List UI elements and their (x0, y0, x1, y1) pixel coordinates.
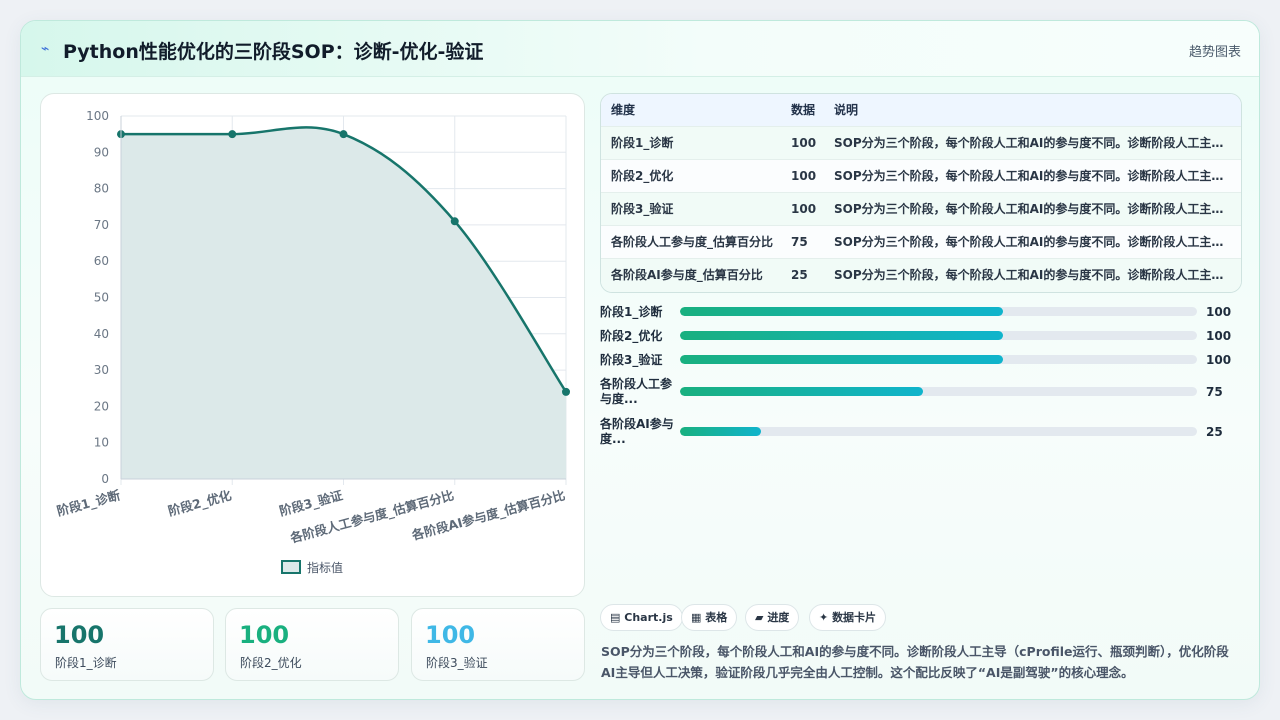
y-tick-label: 90 (94, 145, 109, 159)
progress-label: 各阶段人工参与度... (600, 377, 673, 406)
progress-track (680, 355, 1197, 364)
table-header-cell: 说明 (834, 103, 859, 117)
stat-value: 100 (425, 621, 476, 649)
table-cell: 100 (791, 169, 817, 183)
x-tick-label: 阶段1_诊断 (55, 487, 122, 519)
stat-label: 阶段2_优化 (240, 656, 302, 670)
data-point (562, 387, 570, 396)
stat-card-3: 100 阶段3_验证 (411, 608, 585, 681)
table-cell: 阶段2_优化 (611, 169, 674, 183)
data-table: 维度 数据 说明 阶段1_诊断 100 SOP分为三个阶段，每个阶段人工和AI的… (600, 93, 1242, 293)
table-cell: SOP分为三个阶段，每个阶段人工和AI的参与度不同。诊断阶段人工主导（cProf… (834, 136, 1232, 150)
table-header-row: 维度 数据 说明 (601, 94, 1241, 127)
line-chart: 0 10 20 30 40 50 60 70 80 90 100 阶段1_诊断 阶段2_优化 阶段3_验证… (55, 109, 570, 575)
progress-track (680, 307, 1197, 316)
y-tick-label: 20 (94, 399, 109, 413)
y-tick-label: 30 (94, 363, 109, 377)
table-cell: 阶段1_诊断 (611, 136, 674, 150)
tag-label: 进度 (767, 611, 790, 624)
progress-icon: ▰ (755, 611, 764, 624)
progress-label: 阶段3_验证 (600, 353, 663, 367)
sparkle-icon: ✦ (819, 611, 829, 624)
tag-chartjs[interactable]: ▤ Chart.js (600, 604, 683, 631)
table-icon: ▦ (691, 611, 702, 624)
table-cell: 75 (791, 235, 808, 249)
legend-swatch (281, 560, 301, 574)
stat-label: 阶段3_验证 (426, 656, 488, 670)
line-chart-panel: 0 10 20 30 40 50 60 70 80 90 100 阶段1_诊断 阶段2_优化 阶段3_验证… (40, 93, 585, 597)
dashboard-card: ⌁ Python性能优化的三阶段SOP：诊断-优化-验证 趋势图表 0 10 20 3… (20, 20, 1260, 700)
progress-value: 100 (1206, 353, 1232, 367)
stat-card-1: 100 阶段1_诊断 (40, 608, 214, 681)
y-tick-label: 80 (94, 182, 109, 196)
summary-text: SOP分为三个阶段，每个阶段人工和AI的参与度不同。诊断阶段人工主导（cProf… (601, 644, 1229, 680)
tag-table[interactable]: ▦ 表格 (681, 604, 738, 631)
chart-line-icon: ⌁ (41, 41, 50, 57)
page-title: Python性能优化的三阶段SOP：诊断-优化-验证 (63, 41, 484, 63)
stat-value: 100 (54, 621, 105, 649)
table-cell: 阶段3_验证 (611, 202, 674, 216)
table-cell: SOP分为三个阶段，每个阶段人工和AI的参与度不同。诊断阶段人工主导（cProf… (834, 235, 1232, 249)
stat-card-2: 100 阶段2_优化 (225, 608, 399, 681)
progress-track (680, 427, 1197, 436)
series-area (121, 127, 566, 480)
tag-progress[interactable]: ▰ 进度 (745, 604, 800, 631)
progress-fill (680, 307, 1004, 316)
table-cell: 100 (791, 202, 817, 216)
progress-label: 阶段2_优化 (600, 329, 663, 343)
tag-label: Chart.js (624, 611, 673, 624)
header-bar: ⌁ Python性能优化的三阶段SOP：诊断-优化-验证 趋势图表 (21, 21, 1259, 77)
x-tick-label: 阶段3_验证 (278, 487, 345, 519)
table-row: 阶段1_诊断 100 SOP分为三个阶段，每个阶段人工和AI的参与度不同。诊断阶… (601, 127, 1241, 160)
table-cell: SOP分为三个阶段，每个阶段人工和AI的参与度不同。诊断阶段人工主导（cProf… (834, 169, 1232, 183)
table-cell: 各阶段AI参与度_估算百分比 (611, 268, 763, 282)
y-tick-label: 50 (94, 291, 109, 305)
tag-data-card[interactable]: ✦ 数据卡片 (809, 604, 887, 631)
y-tick-label: 100 (86, 109, 109, 123)
table-cell: 25 (791, 268, 808, 282)
progress-value: 100 (1206, 305, 1232, 319)
stat-value: 100 (239, 621, 290, 649)
progress-track (680, 387, 1197, 396)
progress-value: 25 (1206, 425, 1223, 439)
data-point (228, 130, 237, 139)
y-tick-label: 10 (94, 436, 109, 450)
chart-icon: ▤ (610, 611, 621, 624)
data-point (339, 130, 348, 139)
y-tick-label: 0 (101, 472, 109, 486)
table-row: 各阶段人工参与度_估算百分比 75 SOP分为三个阶段，每个阶段人工和AI的参与… (601, 226, 1241, 259)
stat-label: 阶段1_诊断 (55, 656, 117, 670)
y-tick-label: 40 (94, 327, 109, 341)
table-header-cell: 维度 (611, 103, 636, 117)
data-point (450, 217, 459, 226)
progress-label: 各阶段AI参与度... (600, 417, 674, 446)
progress-fill (680, 427, 762, 436)
trend-chart-link[interactable]: 趋势图表 (1189, 41, 1241, 60)
table-row: 阶段2_优化 100 SOP分为三个阶段，每个阶段人工和AI的参与度不同。诊断阶… (601, 160, 1241, 193)
table-cell: 100 (791, 136, 817, 150)
progress-value: 75 (1206, 385, 1223, 399)
x-tick-label: 阶段2_优化 (166, 487, 233, 519)
table-cell: SOP分为三个阶段，每个阶段人工和AI的参与度不同。诊断阶段人工主导（cProf… (834, 202, 1232, 216)
table-header-cell: 数据 (791, 103, 816, 117)
y-tick-label: 70 (94, 218, 109, 232)
y-tick-label: 60 (94, 254, 109, 268)
table-cell: 各阶段人工参与度_估算百分比 (611, 235, 774, 249)
table-row: 各阶段AI参与度_估算百分比 25 SOP分为三个阶段，每个阶段人工和AI的参与… (601, 259, 1241, 292)
progress-track (680, 331, 1197, 340)
legend-label: 指标值 (307, 560, 343, 575)
progress-label: 阶段1_诊断 (600, 305, 663, 319)
progress-fill (680, 331, 1004, 340)
tag-label: 表格 (705, 611, 728, 624)
progress-value: 100 (1206, 329, 1232, 343)
table-cell: SOP分为三个阶段，每个阶段人工和AI的参与度不同。诊断阶段人工主导（cProf… (834, 268, 1232, 282)
progress-fill (680, 355, 1004, 364)
tag-label: 数据卡片 (832, 611, 877, 624)
table-row: 阶段3_验证 100 SOP分为三个阶段，每个阶段人工和AI的参与度不同。诊断阶… (601, 193, 1241, 226)
progress-fill (680, 387, 923, 396)
